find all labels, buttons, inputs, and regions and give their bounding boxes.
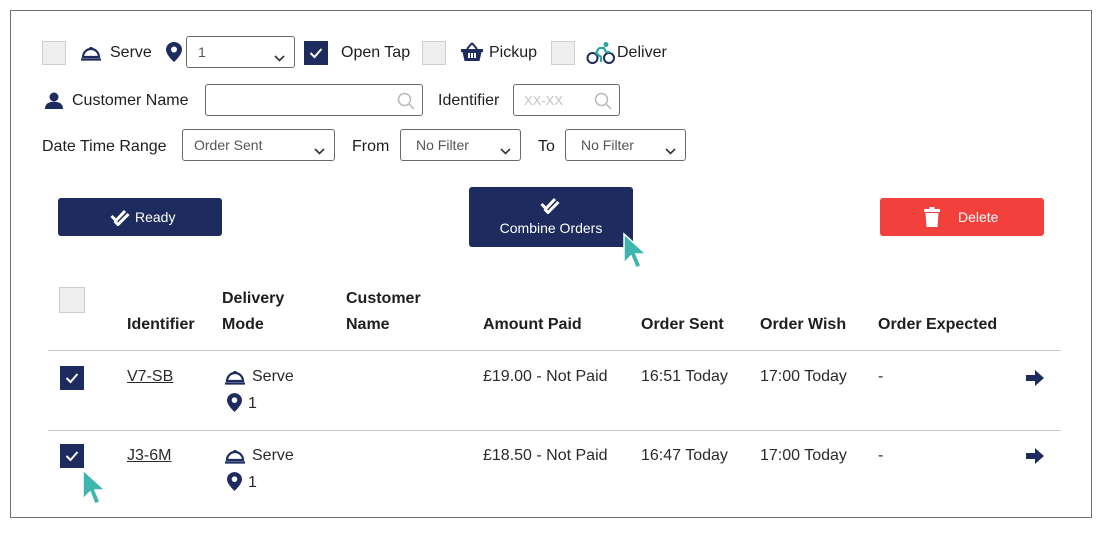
identifier-label: Identifier [438,92,500,109]
search-icon [594,92,612,115]
table-select-value: 1 [198,44,206,60]
serve-label: Serve [110,44,152,61]
row-amount-paid: £18.50 - Not Paid [483,447,608,464]
identifier-placeholder: XX-XX [524,93,564,108]
header-delivery-mode-line2: Mode [222,316,264,333]
to-value: No Filter [581,137,634,153]
divider [48,350,1061,351]
date-time-range-select[interactable]: Order Sent [182,129,335,161]
row-amount-paid: £19.00 - Not Paid [483,368,608,385]
chevron-down-icon [314,142,325,158]
header-order-wish: Order Wish [760,316,847,333]
header-identifier: Identifier [127,316,195,333]
ready-button[interactable]: Ready [58,198,222,236]
header-order-expected: Order Expected [878,316,998,333]
serve-cloche-icon [224,448,246,469]
open-tap-checkbox[interactable] [304,41,328,65]
table-select[interactable]: 1 [186,36,295,68]
deliver-checkbox[interactable] [551,41,575,65]
row-table-number: 1 [248,474,257,491]
open-tap-label: Open Tap [341,44,411,61]
combine-orders-button[interactable]: Combine Orders [469,187,633,247]
to-label: To [538,138,555,155]
date-time-range-value: Order Sent [194,137,263,153]
date-time-range-label: Date Time Range [42,138,167,155]
row-checkbox[interactable] [60,366,84,390]
row-order-sent: 16:47 Today [641,447,728,464]
select-all-checkbox[interactable] [59,287,85,313]
person-icon [45,92,63,114]
delete-button[interactable]: Delete [880,198,1044,236]
serve-cloche-icon [80,45,102,66]
double-check-icon [540,196,560,219]
to-select[interactable]: No Filter [565,129,686,161]
mouse-cursor-icon [81,468,107,511]
delete-label: Delete [958,209,999,225]
header-delivery-mode-line1: Delivery [222,290,285,307]
header-amount-paid: Amount Paid [483,316,582,333]
chevron-down-icon [665,142,676,158]
chevron-down-icon [274,49,285,65]
trash-icon [924,207,940,232]
location-pin-icon [227,393,242,417]
row-order-expected: - [878,368,884,385]
combine-orders-label: Combine Orders [499,220,603,236]
location-pin-icon [227,472,242,496]
cyclist-icon [586,41,616,70]
pickup-label: Pickup [489,44,538,61]
customer-name-label: Customer Name [72,92,189,109]
header-customer-name-line2: Name [346,316,390,333]
arrow-right-icon[interactable] [1026,370,1044,391]
row-order-wish: 17:00 Today [760,447,847,464]
row-identifier-link[interactable]: V7-SB [127,367,173,387]
row-table-number: 1 [248,395,257,412]
serve-checkbox[interactable] [42,41,66,65]
row-order-expected: - [878,447,884,464]
basket-icon [460,42,484,67]
from-value: No Filter [416,137,469,153]
mouse-cursor-icon [622,232,648,275]
arrow-right-icon[interactable] [1026,448,1044,469]
header-customer-name-line1: Customer [346,290,421,307]
from-select[interactable]: No Filter [400,129,521,161]
location-pin-icon [166,42,182,67]
row-checkbox[interactable] [60,444,84,468]
row-mode: Serve [252,447,294,464]
ready-label: Ready [135,209,176,225]
double-check-icon [110,208,130,231]
row-order-sent: 16:51 Today [641,368,728,385]
row-order-wish: 17:00 Today [760,368,847,385]
identifier-input[interactable]: XX-XX [513,84,620,116]
customer-name-input[interactable] [205,84,423,116]
chevron-down-icon [500,142,511,158]
divider [48,430,1061,431]
row-mode: Serve [252,368,294,385]
deliver-label: Deliver [617,44,667,61]
search-icon [397,92,415,115]
header-order-sent: Order Sent [641,316,724,333]
pickup-checkbox[interactable] [422,41,446,65]
row-identifier-link[interactable]: J3-6M [127,446,171,466]
from-label: From [352,138,390,155]
serve-cloche-icon [224,369,246,390]
